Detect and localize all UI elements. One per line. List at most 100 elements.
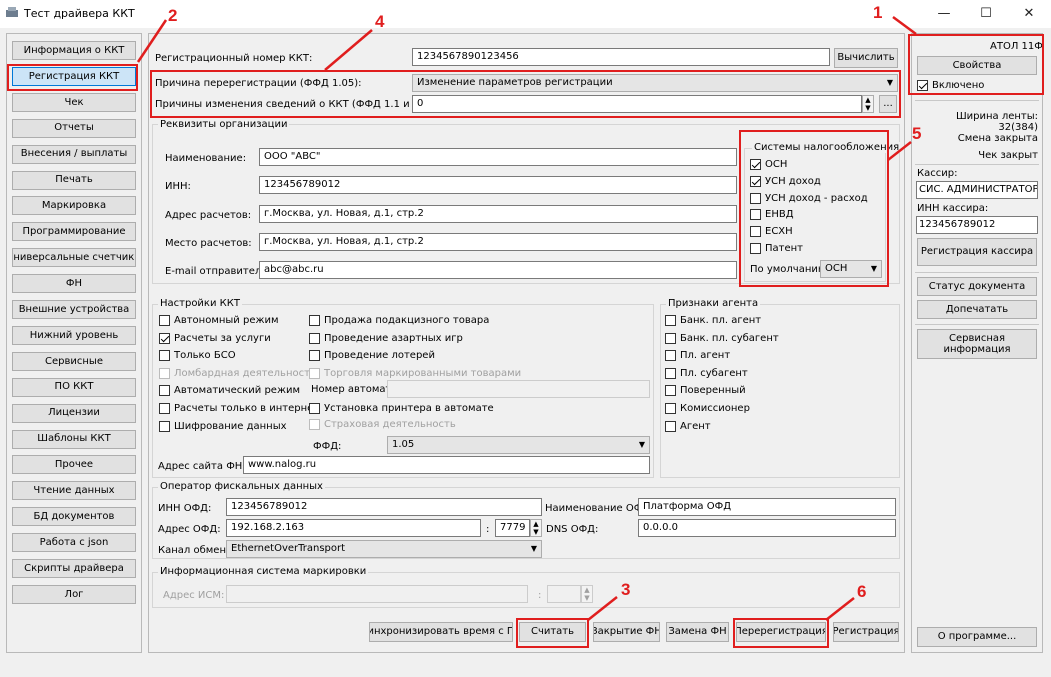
annotation-number-1: 1 [873, 3, 883, 22]
nav-item-2[interactable]: Чек [12, 92, 136, 112]
register-cashier-button[interactable]: Регистрация кассира [917, 238, 1037, 266]
reasons-input[interactable]: 0 [412, 95, 862, 113]
tax-checkbox-0[interactable]: ОСН [750, 159, 787, 170]
ofd-address-input[interactable]: 192.168.2.163 [226, 519, 481, 537]
automat-number-input[interactable] [387, 380, 650, 398]
setting-checkbox-1[interactable]: Расчеты за услуги [159, 332, 271, 344]
nav-item-12[interactable]: Сервисные [12, 351, 136, 371]
document-status-button[interactable]: Статус документа [917, 277, 1037, 296]
agent-checkbox-2[interactable]: Пл. агент [665, 350, 730, 362]
nav-item-1[interactable]: Регистрация ККТ [12, 66, 136, 86]
ofd-dns-input[interactable]: 0.0.0.0 [638, 519, 896, 537]
nav-item-17[interactable]: Чтение данных [12, 481, 136, 501]
org-inn-input[interactable]: 123456789012 [259, 176, 737, 194]
ofd-port-spinner[interactable]: ▲ ▼ [530, 519, 542, 537]
nav-item-10[interactable]: Внешние устройства [12, 300, 136, 319]
nav-item-9[interactable]: ФН [12, 274, 136, 294]
ofd-inn-input[interactable]: 123456789012 [226, 498, 542, 516]
ofd-port-input[interactable]: 7779 [495, 519, 530, 537]
nav-item-4[interactable]: Внесения / выплаты [12, 144, 136, 164]
setting-checkbox-6[interactable]: Шифрование данных [159, 420, 287, 432]
agent-checkbox-3[interactable]: Пл. субагент [665, 367, 748, 379]
ofd-channel-select[interactable]: EthernetOverTransport ▼ [226, 540, 542, 558]
ism-port-input[interactable] [547, 585, 581, 603]
setting-checkbox-2[interactable]: Только БСО [159, 350, 236, 362]
checkbox-label: ЕСХН [765, 226, 793, 238]
tax-default-select[interactable]: ОСН ▼ [820, 260, 882, 278]
org-name-input[interactable]: ООО "ABC" [259, 148, 737, 166]
close-fn-button[interactable]: Закрытие ФН [593, 622, 660, 642]
checkbox-label: УСН доход [765, 175, 821, 187]
setting2-checkbox-2[interactable]: Проведение лотерей [309, 350, 435, 362]
reprint-button[interactable]: Допечатать [917, 300, 1037, 319]
setting-checkbox-0[interactable]: Автономный режим [159, 315, 279, 326]
nav-item-11[interactable]: Нижний уровень [12, 325, 136, 345]
fns-site-input[interactable]: www.nalog.ru [243, 456, 650, 474]
ism-address-input[interactable] [226, 585, 528, 603]
reason-select[interactable]: Изменение параметров регистрации ▼ [412, 74, 898, 92]
setting2-checkbox-3[interactable]: Торговля маркированными товарами [309, 367, 521, 379]
nav-item-14[interactable]: Лицензии [12, 403, 136, 423]
ofd-name-input[interactable]: Платформа ОФД [638, 498, 896, 516]
ofd-address-label: Адрес ОФД: [158, 524, 221, 535]
org-address-input[interactable]: г.Москва, ул. Новая, д.1, стр.2 [259, 205, 737, 223]
org-email-input[interactable]: abc@abc.ru [259, 261, 737, 279]
org-place-input[interactable]: г.Москва, ул. Новая, д.1, стр.2 [259, 233, 737, 251]
setting2-checkbox-1[interactable]: Проведение азартных игр [309, 332, 463, 344]
tax-checkbox-2[interactable]: УСН доход - расход [750, 192, 868, 204]
nav-item-16[interactable]: Прочее [12, 455, 136, 475]
annotation-number-5: 5 [912, 124, 922, 143]
reregistration-button[interactable]: Перерегистрация [736, 622, 826, 642]
nav-item-18[interactable]: БД документов [12, 507, 136, 527]
nav-item-6[interactable]: Маркировка [12, 196, 136, 216]
agent-checkbox-0[interactable]: Банк. пл. агент [665, 315, 761, 326]
about-button[interactable]: О программе... [917, 627, 1037, 647]
tax-checkbox-3[interactable]: ЕНВД [750, 209, 794, 221]
nav-item-5[interactable]: Печать [12, 170, 136, 190]
replace-fn-button[interactable]: Замена ФН [666, 622, 729, 642]
sync-time-button[interactable]: Синхронизировать время с ПК [369, 622, 513, 642]
device-model: АТОЛ 11Ф [990, 41, 1043, 52]
tax-checkbox-4[interactable]: ЕСХН [750, 226, 793, 238]
nav-item-8[interactable]: Универсальные счетчики [12, 248, 136, 268]
cashier-inn-input[interactable]: 123456789012 [916, 216, 1038, 234]
nav-item-15[interactable]: Шаблоны ККТ [12, 429, 136, 449]
nav-item-19[interactable]: Работа с json [12, 533, 136, 553]
enabled-checkbox[interactable]: Включено [917, 80, 984, 91]
setting-checkbox-3[interactable]: Ломбардная деятельность [159, 367, 316, 379]
agent-checkbox-4[interactable]: Поверенный [665, 385, 746, 397]
nav-item-13[interactable]: ПО ККТ [12, 377, 136, 397]
read-button[interactable]: Считать [519, 622, 586, 642]
agent-checkbox-5[interactable]: Комиссионер [665, 403, 750, 414]
reg-number-input[interactable]: 1234567890123456 [412, 48, 830, 66]
tax-checkbox-5[interactable]: Патент [750, 243, 803, 254]
reasons-browse-button[interactable]: ... [879, 95, 897, 113]
ism-port-spinner[interactable]: ▲ ▼ [581, 585, 593, 603]
cashier-input[interactable]: СИС. АДМИНИСТРАТОР [916, 181, 1038, 199]
nav-item-7[interactable]: Программирование [12, 222, 136, 242]
service-info-button[interactable]: Сервисная информация [917, 329, 1037, 359]
agent-checkbox-1[interactable]: Банк. пл. субагент [665, 332, 779, 344]
ofd-channel-label: Канал обмена: [158, 545, 236, 556]
reason-select-value: Изменение параметров регистрации [417, 77, 613, 88]
agent-checkbox-6[interactable]: Агент [665, 420, 711, 432]
minimize-button[interactable]: — [929, 4, 959, 24]
close-button[interactable]: ✕ [1014, 4, 1044, 24]
setting-checkbox-4[interactable]: Автоматический режим [159, 385, 300, 397]
printer-in-automat-checkbox[interactable]: Установка принтера в автомате [309, 403, 494, 414]
registration-button[interactable]: Регистрация [833, 622, 899, 642]
setting-checkbox-5[interactable]: Расчеты только в интернет [159, 403, 319, 414]
nav-item-20[interactable]: Скрипты драйвера [12, 559, 136, 578]
insurance-checkbox[interactable]: Страховая деятельность [309, 419, 456, 430]
maximize-button[interactable]: ☐ [971, 4, 1001, 24]
nav-item-0[interactable]: Информация о ККТ [12, 41, 136, 60]
properties-button[interactable]: Свойства [917, 56, 1037, 75]
ffd-select[interactable]: 1.05 ▼ [387, 436, 650, 454]
setting2-checkbox-0[interactable]: Продажа подакцизного товара [309, 315, 489, 326]
calculate-button[interactable]: Вычислить [834, 48, 898, 68]
nav-item-21[interactable]: Лог [12, 584, 136, 604]
tax-default-label: По умолчанию: [750, 264, 830, 275]
nav-item-3[interactable]: Отчеты [12, 118, 136, 138]
reasons-spinner[interactable]: ▲ ▼ [862, 95, 874, 113]
tax-checkbox-1[interactable]: УСН доход [750, 175, 821, 187]
